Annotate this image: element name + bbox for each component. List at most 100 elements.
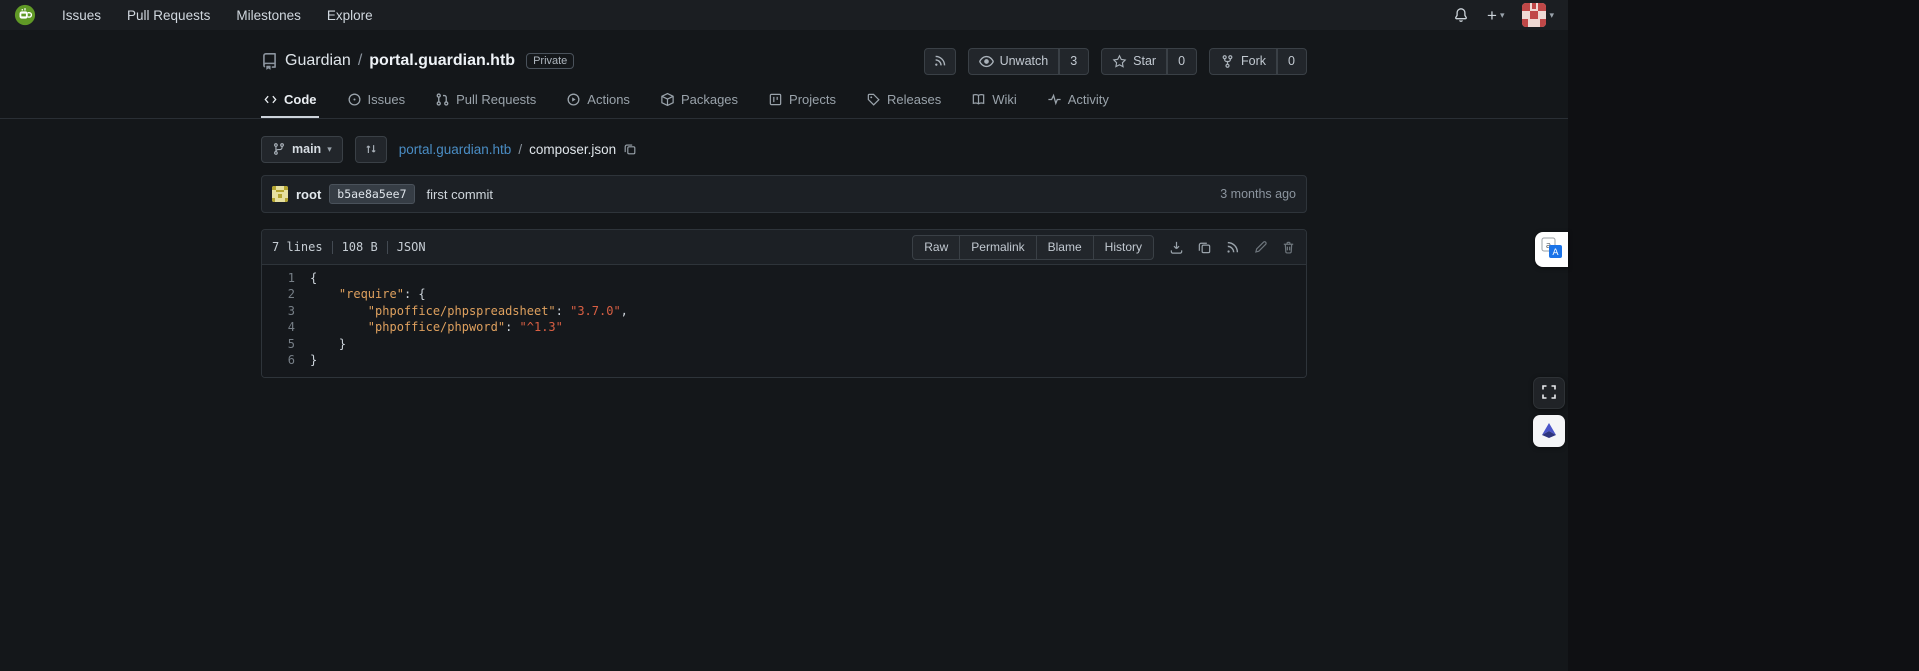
blame-button[interactable]: Blame xyxy=(1035,234,1094,260)
tab-code[interactable]: Code xyxy=(261,90,319,118)
file-size: 108 B xyxy=(341,240,378,254)
copy-path-icon[interactable] xyxy=(623,142,637,156)
breadcrumb: portal.guardian.htb / composer.json xyxy=(399,142,637,157)
compare-icon xyxy=(364,142,378,156)
edit-pencil-icon[interactable] xyxy=(1253,240,1268,255)
line-content: { xyxy=(310,271,318,285)
tab-code-label: Code xyxy=(284,92,317,107)
raw-button[interactable]: Raw xyxy=(912,234,961,260)
file-viewer: 7 lines 108 B JSON Raw Permalink Blame H… xyxy=(261,229,1307,379)
commit-hash-link[interactable]: b5ae8a5ee7 xyxy=(329,184,415,204)
commit-message[interactable]: first commit xyxy=(427,187,493,202)
repo-owner-link[interactable]: Guardian xyxy=(285,52,351,70)
private-badge: Private xyxy=(526,53,575,69)
repo-tabs: Code Issues Pull Requests Actions Packag… xyxy=(261,90,1307,118)
stars-count-button[interactable]: 0 xyxy=(1167,47,1198,75)
nav-item-milestones[interactable]: Milestones xyxy=(236,8,301,23)
user-avatar xyxy=(1522,3,1547,27)
chevron-down-icon: ▾ xyxy=(1549,9,1554,20)
code-line: 2 "require": { xyxy=(262,286,1306,302)
watch-button-group: Unwatch 3 xyxy=(967,47,1090,75)
unwatch-button[interactable]: Unwatch xyxy=(967,47,1060,75)
latest-commit-bar: root b5ae8a5ee7 first commit 3 months ag… xyxy=(261,175,1307,213)
file-header: 7 lines 108 B JSON Raw Permalink Blame H… xyxy=(262,230,1306,265)
commit-author-avatar[interactable] xyxy=(272,186,288,202)
repo-icon xyxy=(261,52,278,70)
file-language: JSON xyxy=(396,240,426,254)
tab-pull-requests-label: Pull Requests xyxy=(456,92,537,107)
tab-actions[interactable]: Actions xyxy=(564,90,632,118)
history-button[interactable]: History xyxy=(1092,234,1154,260)
line-content: } xyxy=(310,336,347,351)
tab-issues-label: Issues xyxy=(367,92,406,107)
meta-divider xyxy=(386,240,388,254)
line-number[interactable]: 2 xyxy=(262,286,310,302)
branch-selector-button[interactable]: main ▾ xyxy=(261,135,343,163)
tab-projects-label: Projects xyxy=(789,92,836,107)
line-number[interactable]: 1 xyxy=(262,270,310,286)
tab-pull-requests[interactable]: Pull Requests xyxy=(433,90,538,118)
tab-packages-label: Packages xyxy=(680,92,739,107)
meta-divider xyxy=(331,240,333,254)
compare-button[interactable] xyxy=(354,135,387,163)
tab-packages[interactable]: Packages xyxy=(658,90,740,118)
line-number[interactable]: 6 xyxy=(262,352,310,368)
gitea-logo-icon[interactable] xyxy=(14,4,36,26)
watchers-count-button[interactable]: 3 xyxy=(1059,47,1090,75)
user-menu-button[interactable]: ▾ xyxy=(1522,3,1554,27)
code-lines: 1{2 "require": {3 "phpoffice/phpspreadsh… xyxy=(262,270,1306,368)
breadcrumb-separator: / xyxy=(518,141,523,157)
tab-releases[interactable]: Releases xyxy=(864,90,943,118)
forks-count-button[interactable]: 0 xyxy=(1277,47,1307,75)
rss-feed-button[interactable] xyxy=(923,47,956,75)
star-label: Star xyxy=(1133,54,1157,68)
tab-issues[interactable]: Issues xyxy=(345,90,408,118)
nav-item-issues[interactable]: Issues xyxy=(62,8,101,23)
file-line-count: 7 lines xyxy=(272,240,323,254)
line-number[interactable]: 5 xyxy=(262,336,310,352)
chevron-down-icon: ▾ xyxy=(1499,9,1505,20)
top-navbar: Issues Pull Requests Milestones Explore … xyxy=(0,0,1568,30)
tab-wiki-label: Wiki xyxy=(992,92,1017,107)
delete-trash-icon[interactable] xyxy=(1281,240,1296,255)
permalink-button[interactable]: Permalink xyxy=(959,234,1037,260)
file-meta: 7 lines 108 B JSON xyxy=(272,240,426,254)
commit-age: 3 months ago xyxy=(1220,187,1296,201)
unwatch-label: Unwatch xyxy=(999,54,1049,68)
copy-file-icon[interactable] xyxy=(1197,240,1212,255)
breadcrumb-file-name: composer.json xyxy=(529,141,617,157)
rss-icon[interactable] xyxy=(1225,240,1240,255)
notifications-bell-icon[interactable] xyxy=(1453,7,1469,23)
code-line: 1{ xyxy=(262,270,1306,286)
star-button[interactable]: Star xyxy=(1101,47,1168,75)
file-nav-row: main ▾ portal.guardian.htb / composer.js… xyxy=(261,135,1307,163)
extension-float-button[interactable] xyxy=(1533,415,1565,447)
chevron-down-icon: ▾ xyxy=(327,143,332,154)
fullscreen-float-button[interactable] xyxy=(1533,377,1565,409)
breadcrumb-repo-link[interactable]: portal.guardian.htb xyxy=(399,142,512,157)
download-icon[interactable] xyxy=(1169,240,1184,255)
extension-icon xyxy=(1539,420,1559,443)
fork-button[interactable]: Fork xyxy=(1209,47,1278,75)
star-button-group: Star 0 xyxy=(1101,47,1198,75)
star-icon xyxy=(1112,54,1127,69)
line-number[interactable]: 4 xyxy=(262,319,310,335)
code-line: 3 "phpoffice/phpspreadsheet": "3.7.0", xyxy=(262,303,1306,319)
tab-releases-label: Releases xyxy=(887,92,942,107)
git-branch-icon xyxy=(272,142,286,156)
nav-item-pull-requests[interactable]: Pull Requests xyxy=(127,8,210,23)
create-new-button[interactable]: + ▾ xyxy=(1487,7,1504,24)
translate-float-button[interactable]: a A xyxy=(1535,232,1568,267)
line-content: "require": { xyxy=(338,287,426,302)
nav-item-explore[interactable]: Explore xyxy=(327,8,373,23)
repo-header-section: Guardian / portal.guardian.htb Private U… xyxy=(0,30,1568,119)
file-view-buttons: Raw Permalink Blame History xyxy=(912,234,1154,260)
tab-activity[interactable]: Activity xyxy=(1045,90,1111,118)
repo-name-link[interactable]: portal.guardian.htb xyxy=(369,52,515,70)
code-line: 5 } xyxy=(262,336,1306,352)
tab-wiki[interactable]: Wiki xyxy=(969,90,1019,118)
tab-projects[interactable]: Projects xyxy=(766,90,838,118)
line-number[interactable]: 3 xyxy=(262,303,310,319)
commit-author-name[interactable]: root xyxy=(296,187,321,202)
translate-icon: a A xyxy=(1541,237,1563,262)
